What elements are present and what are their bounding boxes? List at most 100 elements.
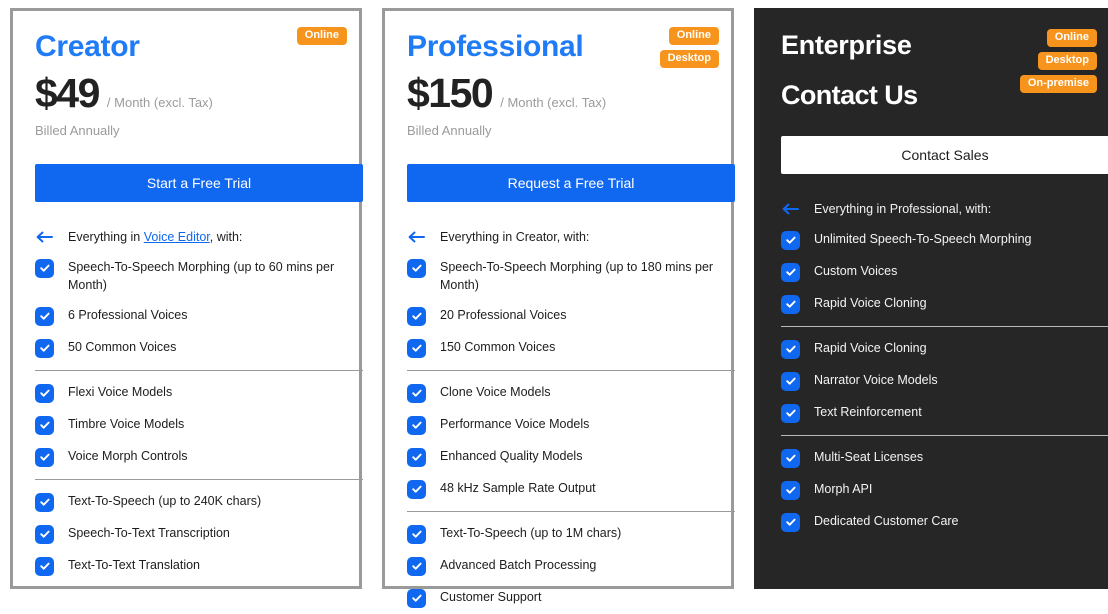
feature-label: Rapid Voice Cloning xyxy=(814,339,927,357)
feature-label: Narrator Voice Models xyxy=(814,371,938,389)
check-icon xyxy=(781,340,800,359)
feature-label: Unlimited Speech-To-Speech Morphing xyxy=(814,230,1031,248)
feature-item: Enhanced Quality Models xyxy=(407,441,719,473)
feature-item: Flexi Voice Models xyxy=(35,377,347,409)
arrow-left-icon xyxy=(781,202,800,216)
feature-item: Speech-To-Speech Morphing (up to 60 mins… xyxy=(35,252,347,300)
platform-badge: Desktop xyxy=(660,50,719,68)
feature-group-divider xyxy=(35,370,363,371)
feature-item: Timbre Voice Models xyxy=(35,409,347,441)
check-icon xyxy=(407,307,426,326)
check-icon xyxy=(35,493,54,512)
everything-in-row: Everything in Creator, with: xyxy=(407,222,719,252)
feature-group-divider xyxy=(407,511,735,512)
cta-button-enterprise[interactable]: Contact Sales xyxy=(781,136,1108,174)
feature-label: Morph API xyxy=(814,480,872,498)
feature-item: 6 Professional Voices xyxy=(35,300,347,332)
feature-item: Text-To-Text Translation xyxy=(35,550,347,582)
feature-label: Timbre Voice Models xyxy=(68,415,184,433)
everything-in-link[interactable]: Voice Editor xyxy=(144,230,210,244)
check-icon xyxy=(781,263,800,282)
feature-item: 48 kHz Sample Rate Output xyxy=(407,473,719,505)
feature-item: Text-To-Speech (up to 1M chars) xyxy=(407,518,719,550)
check-icon xyxy=(35,339,54,358)
card-header: CreatorOnline$49/ Month (excl. Tax)Bille… xyxy=(25,23,347,138)
everything-in-label: Everything in Voice Editor, with: xyxy=(68,230,242,244)
feature-label: Performance Voice Models xyxy=(440,415,589,433)
feature-label: 48 kHz Sample Rate Output xyxy=(440,479,596,497)
check-icon xyxy=(407,448,426,467)
feature-list: Everything in Creator, with: Speech-To-Sp… xyxy=(397,222,719,614)
check-icon xyxy=(35,416,54,435)
check-icon xyxy=(781,372,800,391)
check-icon xyxy=(407,589,426,608)
feature-item: Clone Voice Models xyxy=(407,377,719,409)
feature-label: Text Reinforcement xyxy=(814,403,922,421)
check-icon xyxy=(35,525,54,544)
feature-label: Flexi Voice Models xyxy=(68,383,172,401)
feature-item: 20 Professional Voices xyxy=(407,300,719,332)
feature-item: Performance Voice Models xyxy=(407,409,719,441)
price-row: $150/ Month (excl. Tax) xyxy=(407,73,719,114)
feature-label: Custom Voices xyxy=(814,262,897,280)
feature-label: 20 Professional Voices xyxy=(440,306,566,324)
check-icon xyxy=(407,339,426,358)
check-icon xyxy=(407,384,426,403)
pricing-card-creator: CreatorOnline$49/ Month (excl. Tax)Bille… xyxy=(10,8,362,589)
check-icon xyxy=(407,416,426,435)
feature-label: Advanced Batch Processing xyxy=(440,556,596,574)
feature-item: Custom Voices xyxy=(781,256,1097,288)
price-row: $49/ Month (excl. Tax) xyxy=(35,73,347,114)
feature-label: 6 Professional Voices xyxy=(68,306,188,324)
feature-group-divider xyxy=(407,370,735,371)
feature-label: Text-To-Speech (up to 1M chars) xyxy=(440,524,621,542)
feature-label: 150 Common Voices xyxy=(440,338,555,356)
arrow-left-icon xyxy=(35,230,54,244)
check-icon xyxy=(35,448,54,467)
price-period: / Month (excl. Tax) xyxy=(500,96,606,109)
feature-item: 150 Common Voices xyxy=(407,332,719,364)
check-icon xyxy=(407,480,426,499)
feature-label: Speech-To-Speech Morphing (up to 180 min… xyxy=(440,258,719,294)
check-icon xyxy=(781,481,800,500)
check-icon xyxy=(35,307,54,326)
check-icon xyxy=(781,295,800,314)
check-icon xyxy=(781,513,800,532)
check-icon xyxy=(35,259,54,278)
feature-label: Enhanced Quality Models xyxy=(440,447,582,465)
feature-label: Text-To-Speech (up to 240K chars) xyxy=(68,492,261,510)
feature-item: Advanced Batch Processing xyxy=(407,550,719,582)
platform-badge: Desktop xyxy=(1038,52,1097,70)
feature-item: Narrator Voice Models xyxy=(781,365,1097,397)
feature-item: Morph API xyxy=(781,474,1097,506)
everything-in-suffix: Creator, with: xyxy=(516,230,590,244)
platform-badges: Online Desktop xyxy=(660,27,719,68)
feature-item: Unlimited Speech-To-Speech Morphing xyxy=(781,224,1097,256)
pricing-plans-container: CreatorOnline$49/ Month (excl. Tax)Bille… xyxy=(0,0,1108,599)
feature-item: Text Reinforcement xyxy=(781,397,1097,429)
feature-label: Speech-To-Speech Morphing (up to 60 mins… xyxy=(68,258,347,294)
feature-label: Multi-Seat Licenses xyxy=(814,448,923,466)
everything-in-label: Everything in Creator, with: xyxy=(440,230,589,244)
check-icon xyxy=(407,259,426,278)
feature-item: Customer Support xyxy=(407,582,719,614)
platform-badge: Online xyxy=(669,27,719,45)
everything-in-suffix: Professional, with: xyxy=(890,202,991,216)
feature-label: 50 Common Voices xyxy=(68,338,176,356)
card-header: ProfessionalOnlineDesktop$150/ Month (ex… xyxy=(397,23,719,138)
feature-item: Rapid Voice Cloning xyxy=(781,288,1097,320)
feature-label: Text-To-Text Translation xyxy=(68,556,200,574)
cta-button-creator[interactable]: Start a Free Trial xyxy=(35,164,363,202)
feature-label: Customer Support xyxy=(440,588,541,606)
everything-in-row: Everything in Voice Editor, with: xyxy=(35,222,347,252)
feature-list: Everything in Professional, with:Unlimit… xyxy=(771,194,1097,538)
check-icon xyxy=(407,525,426,544)
check-icon xyxy=(781,449,800,468)
feature-label: Clone Voice Models xyxy=(440,383,550,401)
platform-badge: On-premise xyxy=(1020,75,1097,93)
check-icon xyxy=(35,557,54,576)
feature-label: Voice Morph Controls xyxy=(68,447,188,465)
feature-group-divider xyxy=(781,435,1108,436)
feature-item: Text-To-Speech (up to 240K chars) xyxy=(35,486,347,518)
cta-button-professional[interactable]: Request a Free Trial xyxy=(407,164,735,202)
